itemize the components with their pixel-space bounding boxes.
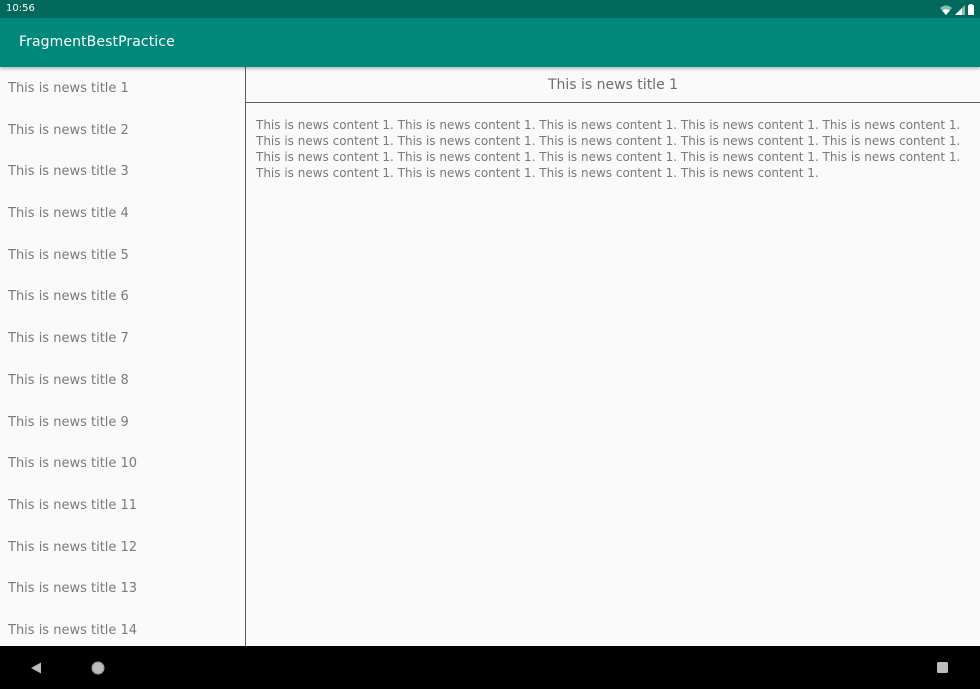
news-title-item[interactable]: This is news title 14 [0, 609, 245, 646]
news-title-item[interactable]: This is news title 13 [0, 567, 245, 609]
status-icons [940, 3, 974, 15]
news-detail-content: This is news content 1. This is news con… [256, 118, 961, 180]
status-time: 10:56 [6, 3, 35, 14]
news-detail-pane: This is news title 1 This is news conten… [246, 67, 980, 646]
news-title-list[interactable]: This is news title 1 This is news title … [0, 67, 246, 646]
news-title-item[interactable]: This is news title 3 [0, 150, 245, 192]
app-bar: FragmentBestPractice [0, 18, 980, 67]
news-detail-title: This is news title 1 [246, 67, 980, 103]
news-title-item[interactable]: This is news title 9 [0, 401, 245, 443]
news-title-item[interactable]: This is news title 10 [0, 442, 245, 484]
home-icon [91, 661, 105, 674]
back-button[interactable] [16, 646, 56, 689]
wifi-icon [940, 5, 952, 15]
home-button[interactable] [78, 646, 118, 689]
battery-icon [968, 4, 974, 15]
news-title-item[interactable]: This is news title 1 [0, 67, 245, 109]
app-title: FragmentBestPractice [19, 34, 175, 50]
news-title-item[interactable]: This is news title 7 [0, 317, 245, 359]
news-title-item[interactable]: This is news title 11 [0, 484, 245, 526]
news-title-item[interactable]: This is news title 4 [0, 192, 245, 234]
back-icon [31, 662, 41, 673]
news-title-item[interactable]: This is news title 5 [0, 234, 245, 276]
news-title-item[interactable]: This is news title 2 [0, 109, 245, 151]
news-title-item[interactable]: This is news title 12 [0, 526, 245, 568]
signal-icon [955, 5, 965, 15]
status-bar: 10:56 [0, 0, 980, 18]
news-title-item[interactable]: This is news title 6 [0, 275, 245, 317]
navigation-bar [0, 646, 980, 689]
recents-button[interactable] [922, 646, 962, 689]
news-title-item[interactable]: This is news title 8 [0, 359, 245, 401]
recents-icon [936, 662, 948, 673]
